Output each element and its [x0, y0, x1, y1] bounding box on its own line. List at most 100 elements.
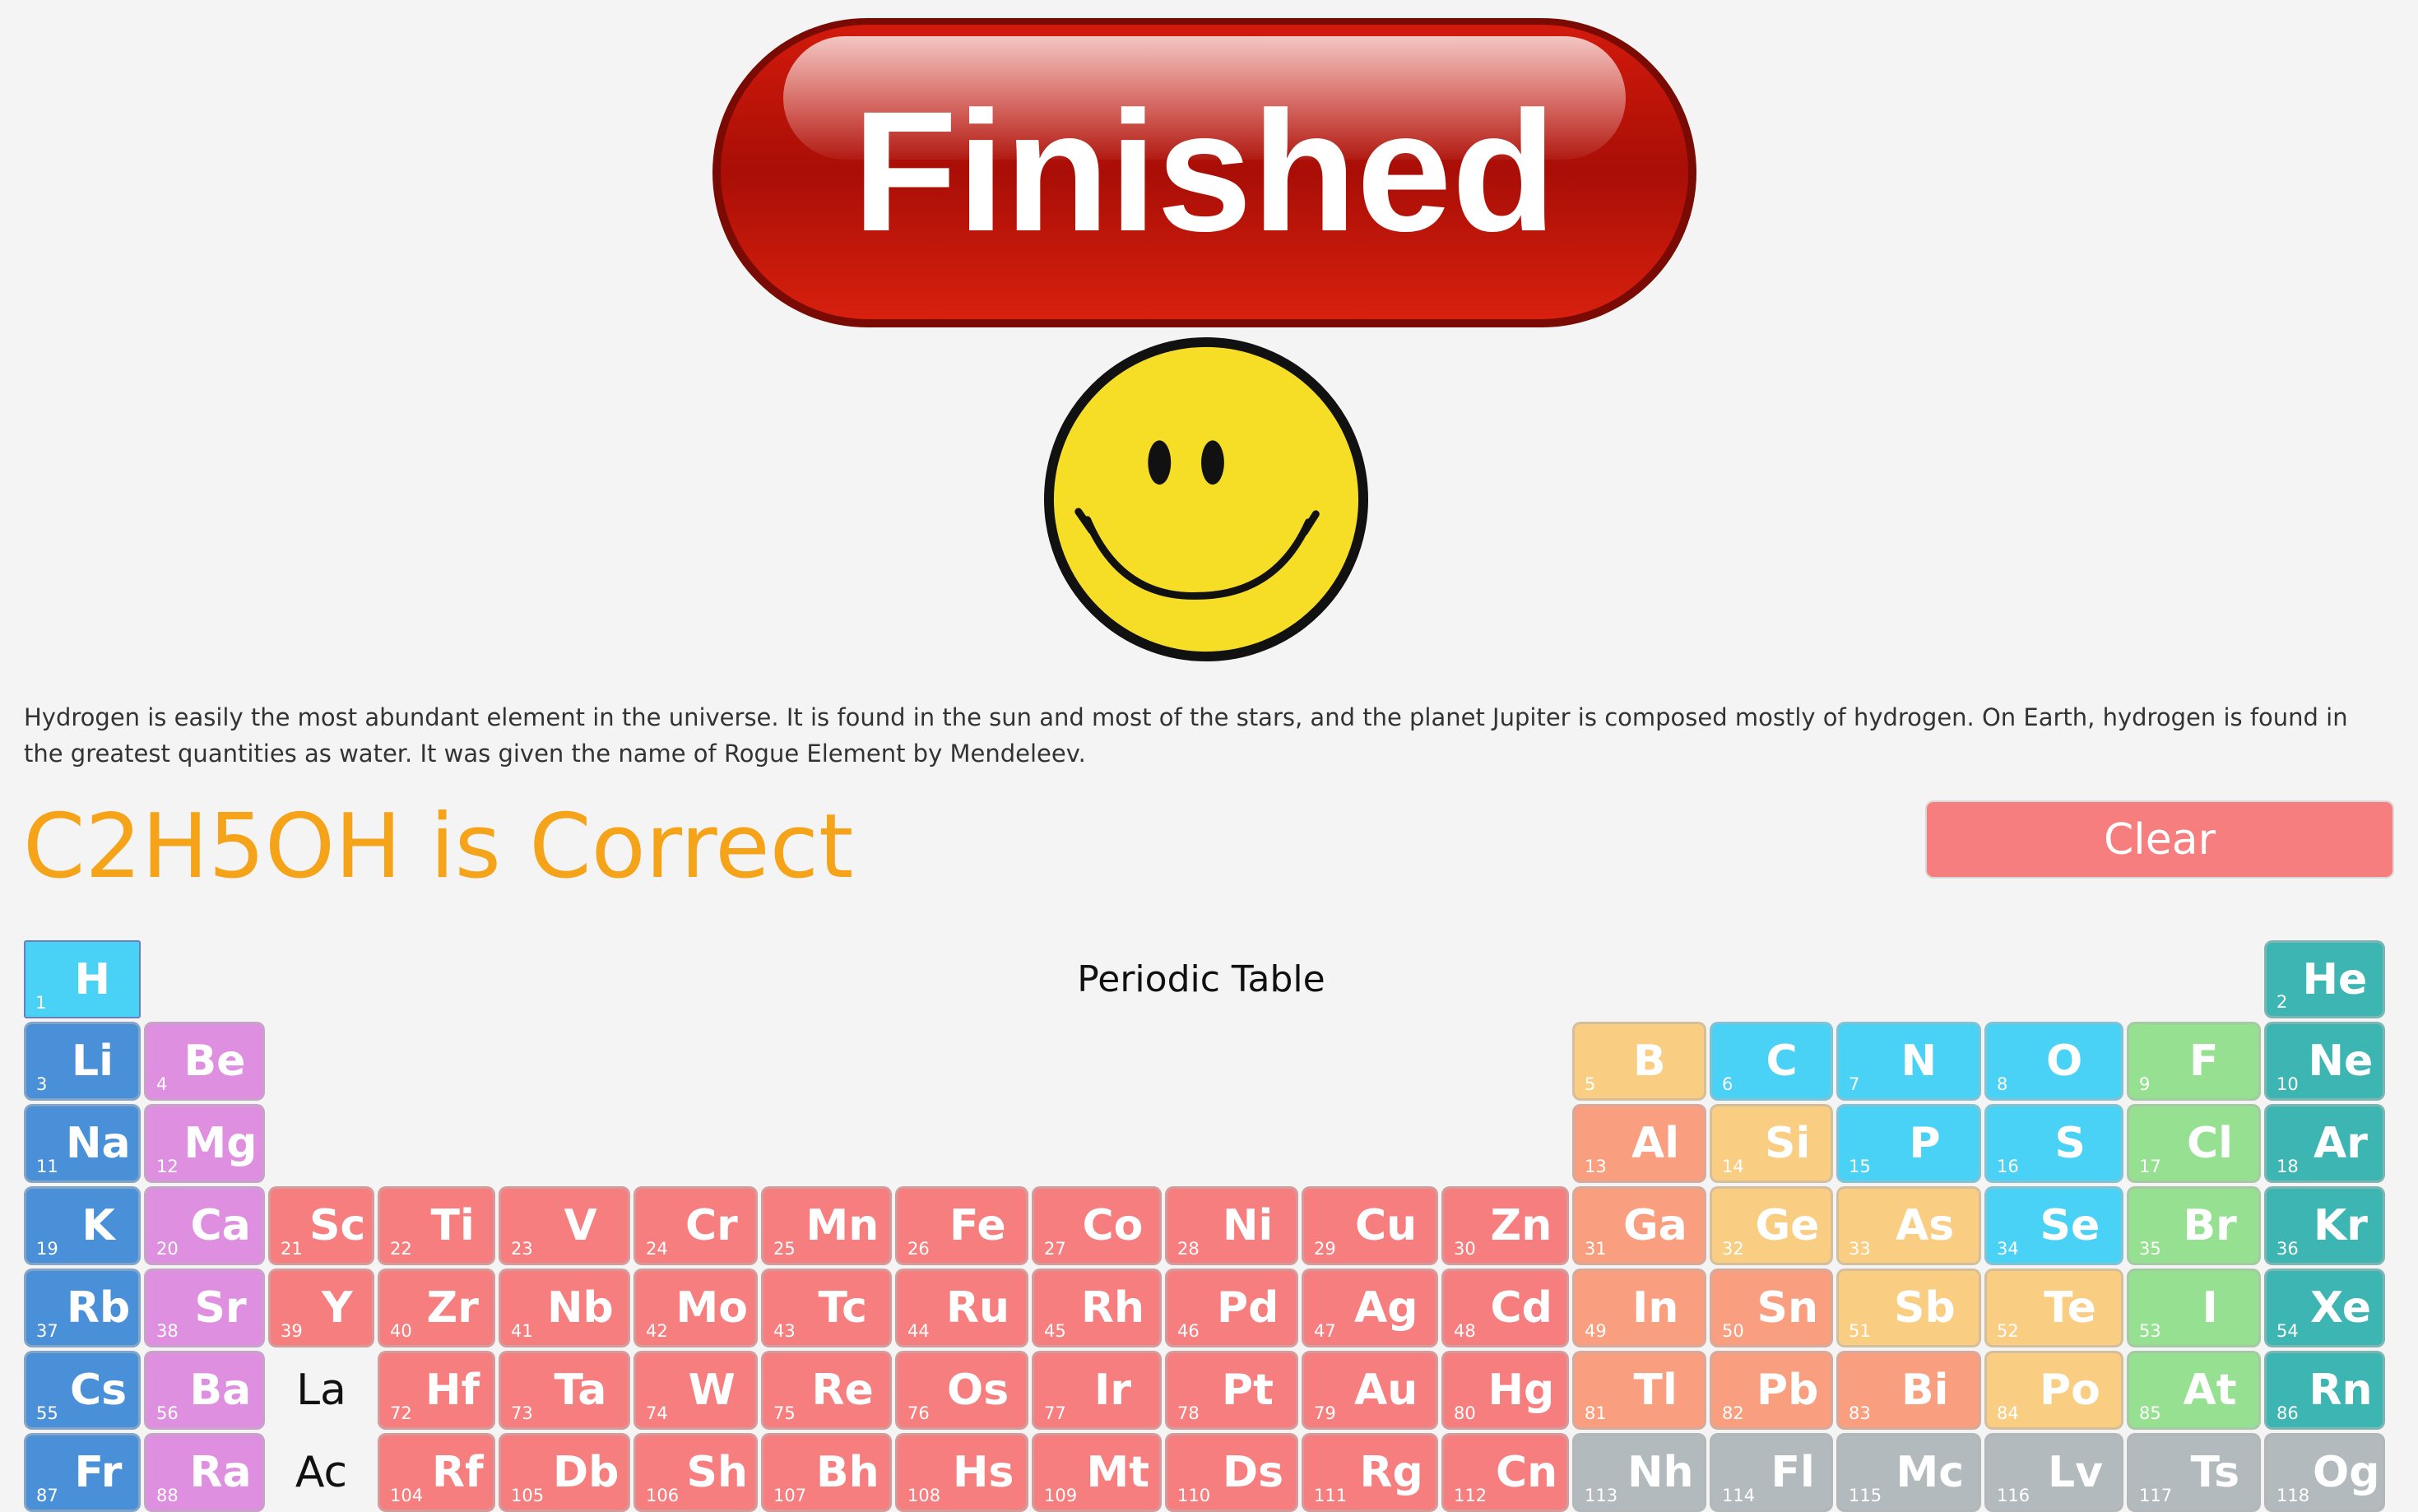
element-tile-sb[interactable]: 51 Sb: [1836, 1269, 1981, 1347]
atomic-number: 1: [35, 993, 47, 1013]
element-tile-na[interactable]: 11 Na: [24, 1104, 141, 1183]
element-tile-re[interactable]: 75 Re: [761, 1351, 892, 1430]
element-tile-pd[interactable]: 46 Pd: [1165, 1269, 1298, 1347]
atomic-number: 106: [646, 1486, 680, 1505]
element-tile-xe[interactable]: 54 Xe: [2264, 1269, 2385, 1347]
element-tile-cu[interactable]: 29 Cu: [1302, 1186, 1438, 1265]
element-tile-br[interactable]: 35 Br: [2127, 1186, 2261, 1265]
element-tile-nb[interactable]: 41 Nb: [499, 1269, 630, 1347]
element-tile-cd[interactable]: 48 Cd: [1441, 1269, 1569, 1347]
element-tile-mn[interactable]: 25 Mn: [761, 1186, 892, 1265]
element-tile-as[interactable]: 33 As: [1836, 1186, 1981, 1265]
element-tile-he[interactable]: 2 He: [2264, 940, 2385, 1018]
element-tile-sc[interactable]: 21 Sc: [268, 1186, 374, 1265]
element-tile-ta[interactable]: 73 Ta: [499, 1351, 630, 1430]
element-tile-sr[interactable]: 38 Sr: [144, 1269, 265, 1347]
element-tile-i[interactable]: 53 I: [2127, 1269, 2261, 1347]
element-tile-v[interactable]: 23 V: [499, 1186, 630, 1265]
element-tile-mt[interactable]: 109 Mt: [1032, 1433, 1162, 1512]
element-tile-ne[interactable]: 10 Ne: [2264, 1022, 2385, 1101]
element-tile-mc[interactable]: 115 Mc: [1836, 1433, 1981, 1512]
atomic-number: 8: [1997, 1074, 2008, 1094]
element-tile-ru[interactable]: 44 Ru: [895, 1269, 1028, 1347]
element-tile-hg[interactable]: 80 Hg: [1441, 1351, 1569, 1430]
element-tile-s[interactable]: 16 S: [1984, 1104, 2123, 1183]
atomic-number: 110: [1177, 1486, 1211, 1505]
element-tile-w[interactable]: 74 W: [634, 1351, 758, 1430]
element-tile-ag[interactable]: 47 Ag: [1302, 1269, 1438, 1347]
element-tile-rn[interactable]: 86 Rn: [2264, 1351, 2385, 1430]
element-tile-ra[interactable]: 88 Ra: [144, 1433, 265, 1512]
element-tile-po[interactable]: 84 Po: [1984, 1351, 2123, 1430]
atomic-number: 19: [36, 1239, 58, 1259]
element-tile-c[interactable]: 6C: [1710, 1022, 1833, 1101]
element-tile-rb[interactable]: 37 Rb: [24, 1269, 141, 1347]
element-tile-tl[interactable]: 81 Tl: [1572, 1351, 1706, 1430]
element-tile-al[interactable]: 13 Al: [1572, 1104, 1706, 1183]
element-tile-cn[interactable]: 112 Cn: [1441, 1433, 1569, 1512]
element-tile-y[interactable]: 39 Y: [268, 1269, 374, 1347]
element-tile-ds[interactable]: 110 Ds: [1165, 1433, 1298, 1512]
element-tile-in[interactable]: 49 In: [1572, 1269, 1706, 1347]
element-tile-zn[interactable]: 30 Zn: [1441, 1186, 1569, 1265]
element-tile-fl[interactable]: 114 Fl: [1710, 1433, 1833, 1512]
element-tile-nh[interactable]: 113 Nh: [1572, 1433, 1706, 1512]
element-tile-n[interactable]: 7N: [1836, 1022, 1981, 1101]
element-tile-lv[interactable]: 116 Lv: [1984, 1433, 2123, 1512]
element-tile-ca[interactable]: 20 Ca: [144, 1186, 265, 1265]
element-tile-cl[interactable]: 17 Cl: [2127, 1104, 2261, 1183]
element-symbol: Na: [66, 1119, 131, 1168]
element-tile-ba[interactable]: 56 Ba: [144, 1351, 265, 1430]
element-tile-tc[interactable]: 43 Tc: [761, 1269, 892, 1347]
element-tile-ti[interactable]: 22 Ti: [378, 1186, 495, 1265]
element-tile-co[interactable]: 27 Co: [1032, 1186, 1162, 1265]
element-tile-ts[interactable]: 117 Ts: [2127, 1433, 2261, 1512]
element-tile-si[interactable]: 14 Si: [1710, 1104, 1833, 1183]
element-tile-hs[interactable]: 108 Hs: [895, 1433, 1028, 1512]
atomic-number: 11: [36, 1157, 58, 1176]
element-tile-o[interactable]: 8O: [1984, 1022, 2123, 1101]
element-tile-bi[interactable]: 83 Bi: [1836, 1351, 1981, 1430]
element-tile-mo[interactable]: 42 Mo: [634, 1269, 758, 1347]
element-tile-se[interactable]: 34 Se: [1984, 1186, 2123, 1265]
element-tile-db[interactable]: 105 Db: [499, 1433, 630, 1512]
element-tile-sh[interactable]: 106 Sh: [634, 1433, 758, 1512]
element-tile-ge[interactable]: 32 Ge: [1710, 1186, 1833, 1265]
element-tile-cr[interactable]: 24 Cr: [634, 1186, 758, 1265]
element-tile-sn[interactable]: 50 Sn: [1710, 1269, 1833, 1347]
element-tile-ir[interactable]: 77 Ir: [1032, 1351, 1162, 1430]
element-tile-b[interactable]: 5B: [1572, 1022, 1706, 1101]
element-tile-og[interactable]: 118 Og: [2264, 1433, 2385, 1512]
element-tile-rf[interactable]: 104 Rf: [378, 1433, 495, 1512]
element-tile-ni[interactable]: 28 Ni: [1165, 1186, 1298, 1265]
element-tile-rh[interactable]: 45 Rh: [1032, 1269, 1162, 1347]
element-tile-au[interactable]: 79 Au: [1302, 1351, 1438, 1430]
element-tile-te[interactable]: 52 Te: [1984, 1269, 2123, 1347]
element-tile-rg[interactable]: 111 Rg: [1302, 1433, 1438, 1512]
element-tile-fe[interactable]: 26 Fe: [895, 1186, 1028, 1265]
element-tile-hf[interactable]: 72 Hf: [378, 1351, 495, 1430]
element-tile-at[interactable]: 85 At: [2127, 1351, 2261, 1430]
element-tile-ga[interactable]: 31 Ga: [1572, 1186, 1706, 1265]
atomic-number: 28: [1177, 1239, 1200, 1259]
element-tile-cs[interactable]: 55 Cs: [24, 1351, 141, 1430]
element-tile-ar[interactable]: 18 Ar: [2264, 1104, 2385, 1183]
element-tile-fr[interactable]: 87 Fr: [24, 1433, 141, 1512]
element-tile-h[interactable]: 1H: [24, 940, 141, 1018]
element-symbol: Ra: [189, 1448, 252, 1497]
element-tile-mg[interactable]: 12 Mg: [144, 1104, 265, 1183]
element-tile-pb[interactable]: 82 Pb: [1710, 1351, 1833, 1430]
clear-button[interactable]: Clear: [1925, 800, 2394, 879]
element-tile-pt[interactable]: 78 Pt: [1165, 1351, 1298, 1430]
element-tile-bh[interactable]: 107 Bh: [761, 1433, 892, 1512]
element-tile-p[interactable]: 15 P: [1836, 1104, 1981, 1183]
element-tile-li[interactable]: 3 Li: [24, 1022, 141, 1101]
element-tile-f[interactable]: 9F: [2127, 1022, 2261, 1101]
element-tile-os[interactable]: 76 Os: [895, 1351, 1028, 1430]
element-tile-zr[interactable]: 40 Zr: [378, 1269, 495, 1347]
atomic-number: 118: [2276, 1486, 2310, 1505]
atomic-number: 74: [646, 1403, 668, 1423]
element-tile-kr[interactable]: 36 Kr: [2264, 1186, 2385, 1265]
element-tile-k[interactable]: 19 K: [24, 1186, 141, 1265]
element-tile-be[interactable]: 4 Be: [144, 1022, 265, 1101]
